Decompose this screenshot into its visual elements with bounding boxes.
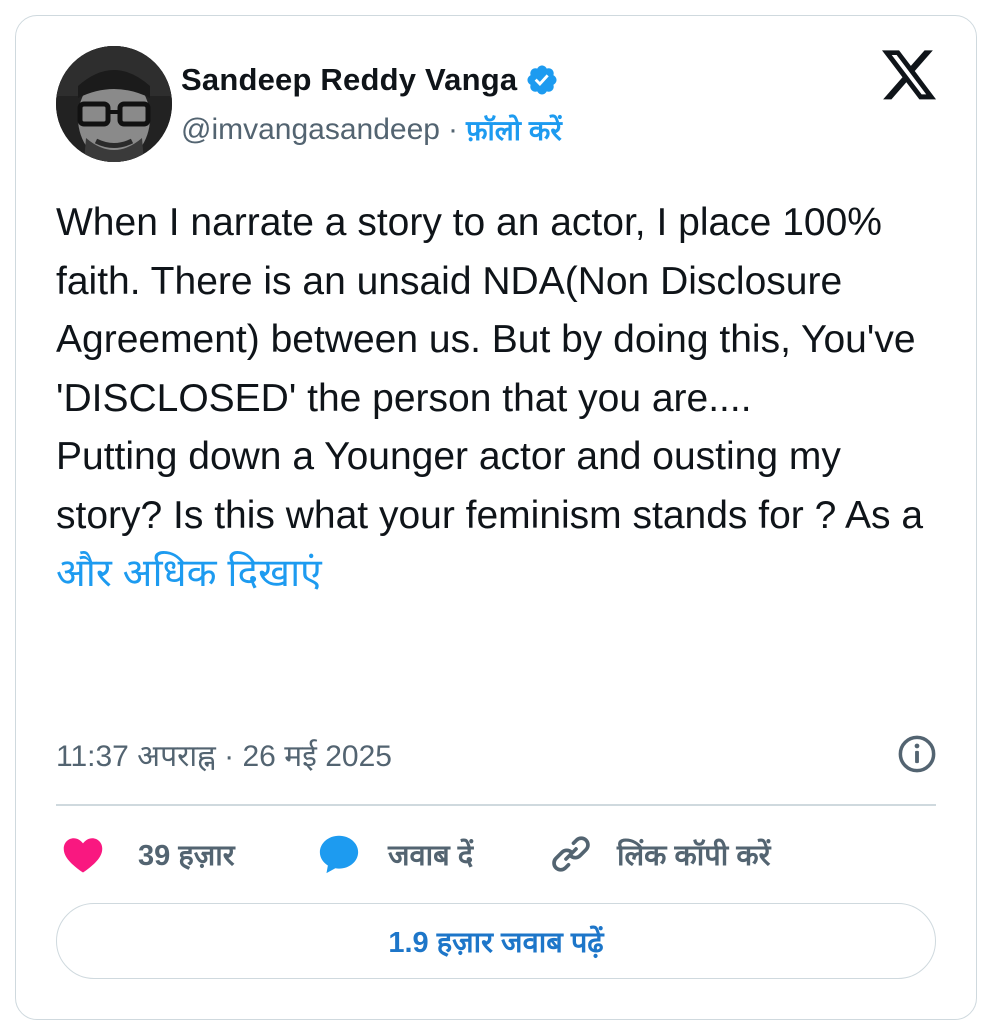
speech-bubble-icon (319, 835, 359, 874)
author-handle[interactable]: @imvangasandeep (181, 113, 440, 147)
tweet-text: When I narrate a story to an actor, I pl… (56, 194, 936, 604)
read-replies-button[interactable]: 1.9 हज़ार जवाब पढ़ें (56, 903, 936, 979)
show-more-link[interactable]: और अधिक दिखाएं (56, 552, 322, 595)
timestamp[interactable]: 11:37 अपराह्न · 26 मई 2025 (56, 734, 392, 775)
author-name[interactable]: Sandeep Reddy Vanga (181, 62, 517, 98)
tweet-card: Sandeep Reddy Vanga @imvangasandeep · फ़… (15, 15, 977, 1020)
divider (56, 804, 936, 806)
copy-link-label: लिंक कॉपी करें (617, 839, 771, 872)
heart-icon (63, 838, 103, 873)
author-handle-row: @imvangasandeep · फ़ॉलो करें (181, 112, 562, 148)
reply-button[interactable]: जवाब दें (318, 832, 473, 876)
avatar[interactable] (56, 46, 172, 162)
follow-button[interactable]: फ़ॉलो करें (466, 111, 562, 149)
link-icon (552, 836, 590, 872)
copy-link-button[interactable]: लिंक कॉपी करें (551, 832, 770, 876)
like-button[interactable]: 39 हज़ार (62, 832, 235, 876)
author-name-row: Sandeep Reddy Vanga (181, 60, 559, 100)
tweet-meta-row: 11:37 अपराह्न · 26 मई 2025 (56, 732, 936, 776)
info-icon[interactable] (896, 733, 938, 775)
like-count: 39 हज़ार (138, 839, 235, 872)
verified-badge-icon (527, 65, 557, 95)
x-logo-icon[interactable] (882, 50, 938, 102)
separator-dot: · (447, 113, 458, 146)
tweet-body: When I narrate a story to an actor, I pl… (56, 201, 924, 537)
reply-label: जवाब दें (388, 839, 474, 872)
